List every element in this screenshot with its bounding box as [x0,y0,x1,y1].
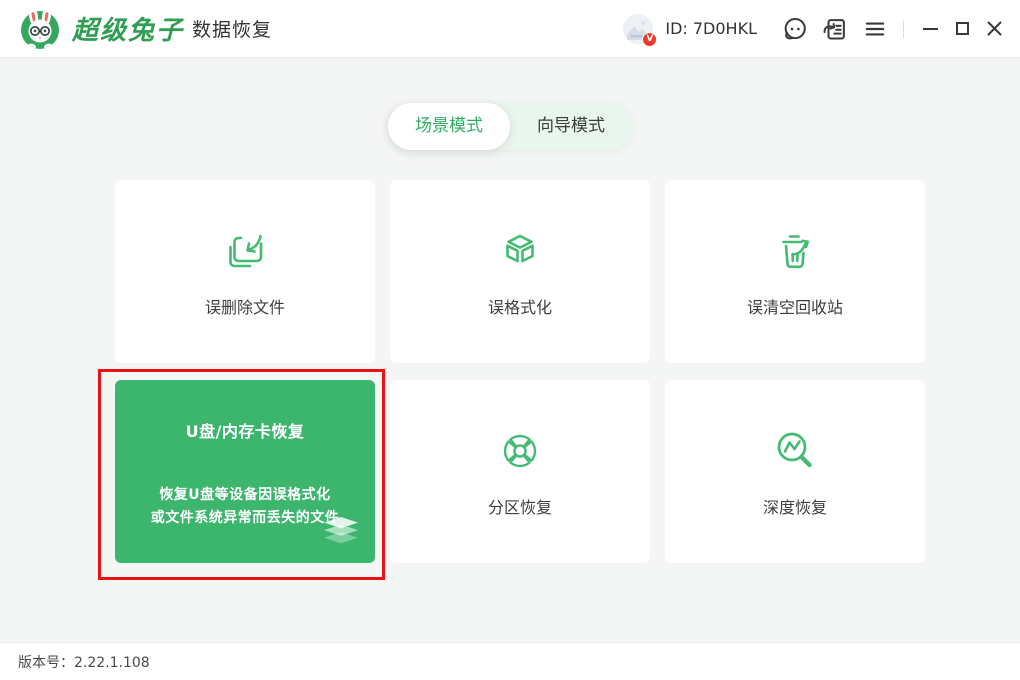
mode-switch: 场景模式 向导模式 [388,103,632,150]
title-bar: 超级兔子 数据恢复 V ID: 7D0HKL [0,0,1020,58]
deep-search-icon [771,426,819,476]
trash-restore-icon [771,226,819,276]
verified-badge: V [642,32,657,47]
brand-subtitle: 数据恢复 [192,15,272,42]
card-partition-recovery[interactable]: 分区恢复 [390,380,650,563]
main-area: 场景模式 向导模式 误删除文件 [0,58,1020,642]
maximize-icon[interactable] [948,15,976,43]
card-label: 分区恢复 [488,494,552,518]
user-id-label: ID: 7D0HKL [665,19,757,38]
hamburger-menu-icon[interactable] [861,15,889,43]
card-formatted[interactable]: 误格式化 [390,180,650,363]
card-emptied-recycle-bin[interactable]: 误清空回收站 [665,180,925,363]
cube-icon [496,226,544,276]
minimize-icon[interactable] [916,15,944,43]
card-label: 误格式化 [488,294,552,318]
card-label: 误清空回收站 [747,294,843,318]
restore-file-icon [221,226,269,276]
recovery-card-grid: 误删除文件 误格式化 [115,180,925,563]
partition-icon [496,426,544,476]
status-bar: 版本号：2.22.1.108 [0,642,1020,680]
avatar[interactable]: V [623,14,653,44]
layers-icon [320,516,362,554]
card-label: 深度恢复 [763,494,827,518]
rabbit-logo-icon [18,7,62,51]
card-title: U盘/内存卡恢复 [115,418,375,442]
close-icon[interactable] [980,15,1008,43]
tab-scene-mode[interactable]: 场景模式 [388,103,510,150]
title-bar-right: V ID: 7D0HKL [623,14,1008,44]
titlebar-divider [903,20,904,38]
card-description-line1: 恢复U盘等设备因误格式化 [115,484,375,507]
card-deep-recovery[interactable]: 深度恢复 [665,380,925,563]
customer-service-icon[interactable] [781,15,809,43]
version-label: 版本号：2.22.1.108 [18,652,150,672]
card-label: 误删除文件 [205,294,285,318]
tab-wizard-mode[interactable]: 向导模式 [510,103,632,150]
brand-title: 超级兔子 [72,10,184,47]
app-window: 超级兔子 数据恢复 V ID: 7D0HKL [0,0,1020,680]
card-deleted-files[interactable]: 误删除文件 [115,180,375,363]
feedback-icon[interactable] [821,15,849,43]
card-usb-memory-card-recovery[interactable]: U盘/内存卡恢复 恢复U盘等设备因误格式化 或文件系统异常而丢失的文件 [115,380,375,563]
